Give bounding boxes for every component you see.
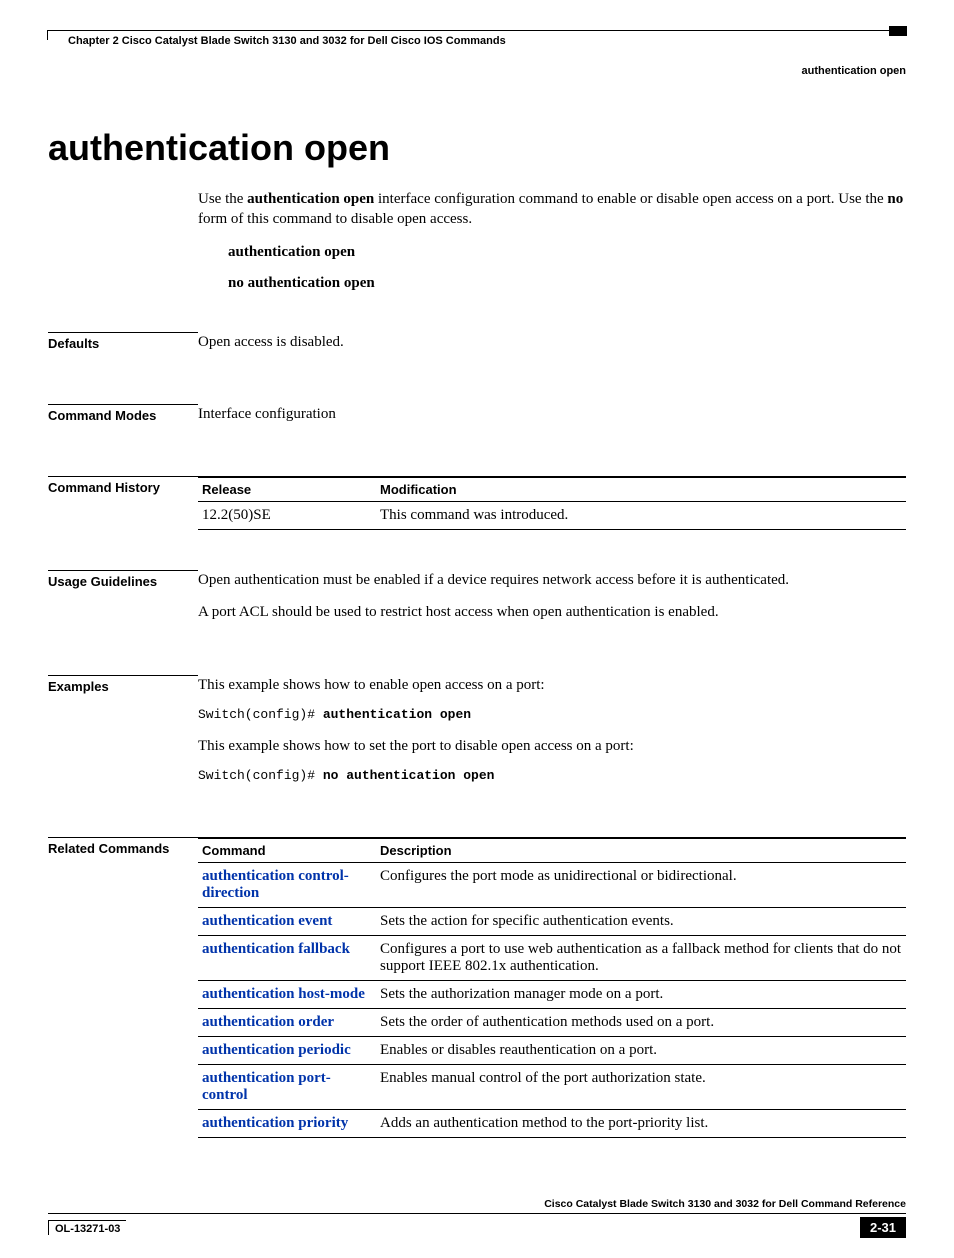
th-description: Description [376, 838, 906, 863]
section-label: Command History [48, 476, 198, 530]
related-command-link[interactable]: authentication host-mode [202, 986, 365, 1002]
command-history-section: Command History Release Modification 12.… [48, 476, 906, 530]
syntax-line: no authentication open [228, 275, 906, 292]
intro-block: Use the authentication open interface co… [198, 189, 906, 292]
related-command-link[interactable]: authentication periodic [202, 1042, 351, 1058]
text-bold: no [887, 191, 903, 207]
related-command-link[interactable]: authentication order [202, 1014, 334, 1030]
table-row: authentication control-direction Configur… [198, 863, 906, 908]
usage-section: Usage Guidelines Open authentication mus… [48, 570, 906, 635]
section-label: Examples [48, 675, 198, 798]
header-rule [48, 30, 906, 31]
header-topic: authentication open [48, 65, 906, 77]
related-desc: Configures the port mode as unidirection… [376, 863, 906, 908]
related-desc: Enables or disables reauthentication on … [376, 1037, 906, 1065]
table-row: authentication event Sets the action for … [198, 908, 906, 936]
cli-prompt: Switch(config)# [198, 768, 323, 783]
modes-text: Interface configuration [198, 404, 906, 424]
section-label: Usage Guidelines [48, 570, 198, 635]
table-row: authentication order Sets the order of au… [198, 1009, 906, 1037]
related-desc: Configures a port to use web authenticat… [376, 936, 906, 981]
table-row: authentication fallback Configures a port… [198, 936, 906, 981]
cell-release: 12.2(50)SE [198, 502, 376, 530]
defaults-text: Open access is disabled. [198, 332, 906, 352]
related-desc: Sets the authorization manager mode on a… [376, 981, 906, 1009]
chapter-line: Chapter 2 Cisco Catalyst Blade Switch 31… [48, 35, 906, 47]
table-row: authentication priority Adds an authentic… [198, 1110, 906, 1138]
usage-p1: Open authentication must be enabled if a… [198, 570, 906, 590]
th-release: Release [198, 477, 376, 502]
text: form of this command to disable open acc… [198, 211, 472, 227]
command-modes-section: Command Modes Interface configuration [48, 404, 906, 436]
related-desc: Adds an authentication method to the por… [376, 1110, 906, 1138]
cli-command: no authentication open [323, 768, 495, 783]
footer-doc-id: OL-13271-03 [48, 1220, 126, 1235]
examples-section: Examples This example shows how to enabl… [48, 675, 906, 798]
usage-p2: A port ACL should be used to restrict ho… [198, 602, 906, 622]
cell-mod: This command was introduced. [376, 502, 906, 530]
related-command-link[interactable]: authentication fallback [202, 941, 350, 957]
table-row: 12.2(50)SE This command was introduced. [198, 502, 906, 530]
related-table: Command Description authentication contr… [198, 837, 906, 1138]
cli-prompt: Switch(config)# [198, 707, 323, 722]
related-command-link[interactable]: authentication priority [202, 1115, 348, 1131]
text: interface configuration command to enabl… [374, 191, 887, 207]
related-command-link[interactable]: authentication event [202, 913, 332, 929]
related-command-link[interactable]: authentication control-direction [202, 868, 349, 901]
related-desc: Sets the action for specific authenticat… [376, 908, 906, 936]
related-desc: Sets the order of authentication methods… [376, 1009, 906, 1037]
section-label: Command Modes [48, 404, 198, 436]
example-intro: This example shows how to enable open ac… [198, 675, 906, 695]
table-row: authentication port-control Enables manua… [198, 1065, 906, 1110]
intro-paragraph: Use the authentication open interface co… [198, 189, 906, 230]
table-row: authentication host-mode Sets the authori… [198, 981, 906, 1009]
page-footer: Cisco Catalyst Blade Switch 3130 and 303… [48, 1198, 906, 1238]
cli-command: authentication open [323, 707, 471, 722]
footer-book-title: Cisco Catalyst Blade Switch 3130 and 303… [48, 1198, 906, 1214]
cli-example: Switch(config)# no authentication open [198, 768, 906, 783]
section-label: Defaults [48, 332, 198, 364]
text-bold: authentication open [247, 191, 374, 207]
syntax-line: authentication open [228, 244, 906, 261]
related-command-link[interactable]: authentication port-control [202, 1070, 331, 1103]
history-table: Release Modification 12.2(50)SE This com… [198, 476, 906, 530]
th-command: Command [198, 838, 376, 863]
related-desc: Enables manual control of the port autho… [376, 1065, 906, 1110]
related-commands-section: Related Commands Command Description aut… [48, 837, 906, 1138]
section-label: Related Commands [48, 837, 198, 1138]
example-intro: This example shows how to set the port t… [198, 736, 906, 756]
table-row: authentication periodic Enables or disabl… [198, 1037, 906, 1065]
cli-example: Switch(config)# authentication open [198, 707, 906, 722]
text: Use the [198, 191, 247, 207]
th-modification: Modification [376, 477, 906, 502]
page-title: authentication open [48, 127, 906, 169]
defaults-section: Defaults Open access is disabled. [48, 332, 906, 364]
